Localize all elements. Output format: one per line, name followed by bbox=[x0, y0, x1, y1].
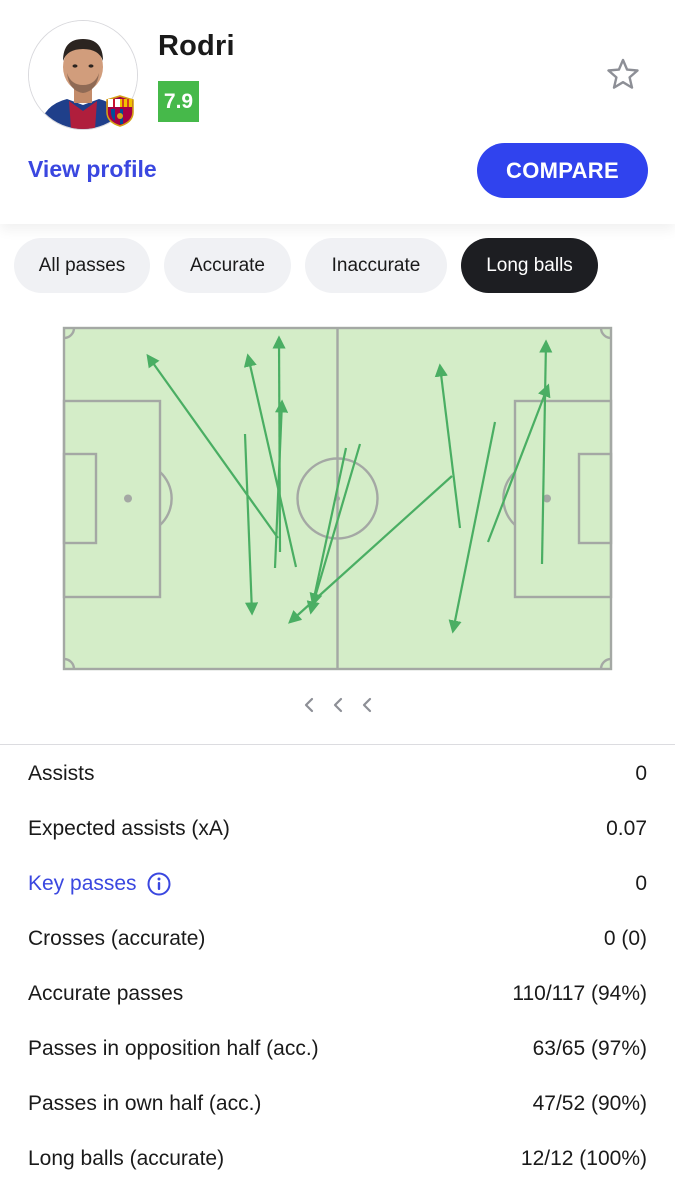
stat-row-accurate-passes: Accurate passes 110/117 (94%) bbox=[0, 966, 675, 1021]
pass-map-pager bbox=[298, 693, 378, 717]
chevron-left-icon[interactable] bbox=[298, 693, 320, 717]
stat-label: Passes in own half (acc.) bbox=[28, 1091, 262, 1115]
view-profile-link[interactable]: View profile bbox=[28, 156, 157, 183]
pass-filter-tabs: All passes Accurate Inaccurate Long ball… bbox=[14, 238, 598, 293]
stat-value: 47/52 (90%) bbox=[532, 1091, 647, 1115]
stat-label: Expected assists (xA) bbox=[28, 816, 230, 840]
stat-row-long-balls: Long balls (accurate) 12/12 (100%) bbox=[0, 1131, 675, 1186]
stat-value: 0 bbox=[635, 871, 647, 895]
chevron-left-icon[interactable] bbox=[327, 693, 349, 717]
stat-label: Crosses (accurate) bbox=[28, 926, 206, 950]
compare-button[interactable]: COMPARE bbox=[477, 143, 648, 198]
pass-map-svg bbox=[62, 326, 613, 671]
club-badge-icon bbox=[103, 94, 137, 128]
stat-row-opposition-half: Passes in opposition half (acc.) 63/65 (… bbox=[0, 1021, 675, 1076]
stat-row-own-half: Passes in own half (acc.) 47/52 (90%) bbox=[0, 1076, 675, 1131]
chevron-left-icon[interactable] bbox=[356, 693, 378, 717]
player-name: Rodri bbox=[158, 30, 235, 62]
stat-value: 0.07 bbox=[606, 816, 647, 840]
stat-value: 0 (0) bbox=[603, 926, 647, 950]
stat-value: 0 bbox=[635, 761, 647, 785]
stat-label: Accurate passes bbox=[28, 981, 184, 1005]
stat-row-expected-assists: Expected assists (xA) 0.07 bbox=[0, 801, 675, 856]
stat-row-crosses: Crosses (accurate) 0 (0) bbox=[0, 911, 675, 966]
stat-label: Passes in opposition half (acc.) bbox=[28, 1036, 319, 1060]
player-header: Rodri 7.9 View profile COMPARE bbox=[0, 0, 675, 224]
stat-row-assists: Assists 0 bbox=[0, 746, 675, 801]
stat-label[interactable]: Key passes bbox=[28, 872, 137, 896]
stat-label: Long balls (accurate) bbox=[28, 1146, 225, 1170]
rating-badge: 7.9 bbox=[158, 81, 199, 122]
stat-value: 110/117 (94%) bbox=[512, 981, 647, 1005]
filter-long-balls[interactable]: Long balls bbox=[461, 238, 598, 293]
passing-stats-list: Assists 0 Expected assists (xA) 0.07 Key… bbox=[0, 746, 675, 1186]
key-passes-link[interactable]: Key passes bbox=[28, 872, 171, 896]
pass-map-pitch bbox=[62, 326, 613, 671]
filter-accurate[interactable]: Accurate bbox=[164, 238, 291, 293]
stat-value: 12/12 (100%) bbox=[520, 1146, 647, 1170]
info-icon[interactable] bbox=[147, 872, 171, 896]
favorite-star-icon[interactable] bbox=[602, 54, 644, 96]
stat-value: 63/65 (97%) bbox=[532, 1036, 647, 1060]
filter-all-passes[interactable]: All passes bbox=[14, 238, 150, 293]
section-divider bbox=[0, 744, 675, 745]
filter-inaccurate[interactable]: Inaccurate bbox=[305, 238, 447, 293]
stat-label: Assists bbox=[28, 761, 95, 785]
stat-row-key-passes: Key passes 0 bbox=[0, 856, 675, 911]
